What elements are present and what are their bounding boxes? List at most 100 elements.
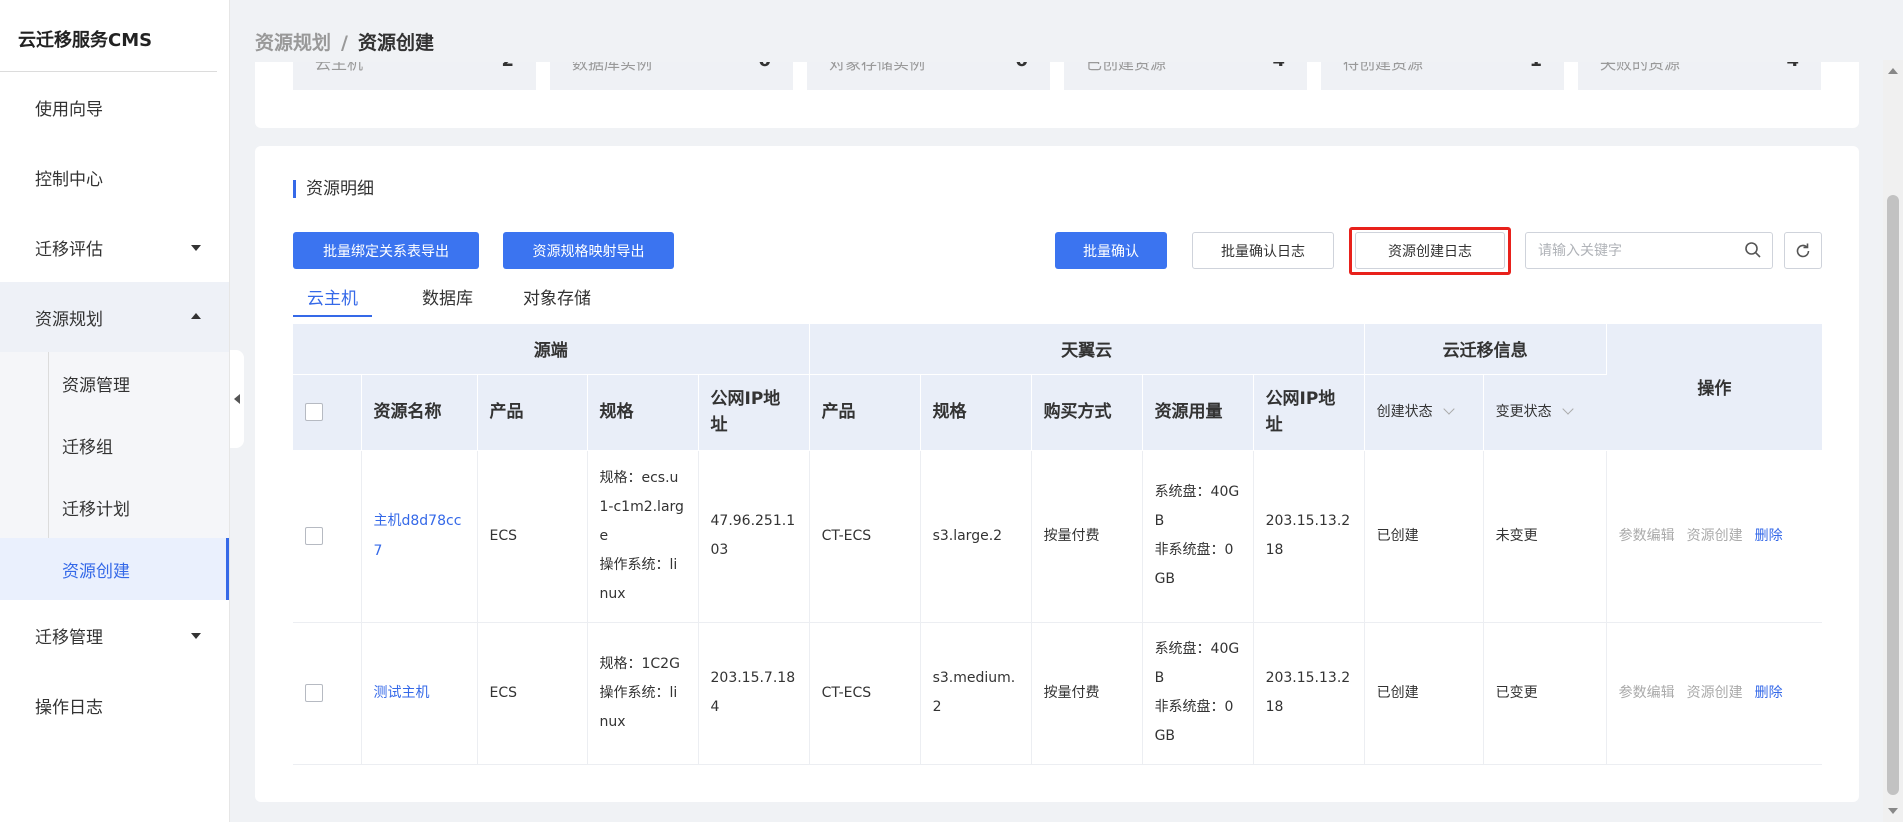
name-cell: 测试主机: [361, 622, 478, 765]
refresh-icon: [1796, 243, 1810, 257]
data-disk-text: 非系统盘：0GB: [1154, 542, 1234, 587]
resource-table: 源端 天翼云 云迁移信息 操作 资源名称 产品 规格 公网IP地址 产品 规格 …: [293, 324, 1823, 765]
search-input[interactable]: [1526, 233, 1726, 268]
sidebar-submenu-planning: 资源管理 迁移组 迁移计划 资源创建: [0, 352, 229, 600]
row-checkbox[interactable]: [305, 684, 323, 702]
row-select-cell: [293, 622, 362, 765]
sidebar-item-label: 迁移管理: [35, 627, 103, 648]
column-header-src-ip: 公网IP地址: [698, 374, 810, 451]
stat-value: 1: [1529, 62, 1542, 71]
data-disk-text: 非系统盘：0GB: [1154, 699, 1234, 744]
sidebar-menu: 使用向导 控制中心 迁移评估 资源规划 资源管理 迁移组 迁移计划 资源创建 迁…: [0, 72, 229, 740]
stat-value: 0: [1015, 62, 1028, 71]
sidebar-item-guide[interactable]: 使用向导: [0, 72, 229, 142]
scroll-up-icon[interactable]: [1888, 68, 1898, 74]
chevron-down-icon: [1442, 403, 1455, 415]
stat-box: 数据库实例 0: [550, 62, 793, 90]
refresh-button[interactable]: [1784, 232, 1822, 269]
sys-disk-text: 系统盘：40GB: [1154, 484, 1240, 529]
src-ip-cell: 47.96.251.103: [698, 450, 810, 623]
resource-tabs: 云主机 数据库 对象存储: [293, 284, 641, 317]
resource-name-link[interactable]: 测试主机: [374, 685, 430, 701]
src-os-text: 操作系统：linux: [599, 684, 678, 730]
delete-link[interactable]: 删除: [1755, 685, 1783, 701]
src-product-cell: ECS: [477, 622, 588, 765]
change-status-cell: 已变更: [1483, 622, 1607, 765]
scroll-down-icon[interactable]: [1888, 808, 1898, 814]
search-icon[interactable]: [1744, 241, 1762, 259]
sidebar-subitem-resource-management[interactable]: 资源管理: [0, 352, 229, 414]
sidebar-item-label: 操作日志: [35, 697, 103, 718]
stat-label: 待创建资源: [1343, 62, 1424, 73]
sidebar: 云迁移服务CMS 使用向导 控制中心 迁移评估 资源规划 资源管理 迁移组 迁移…: [0, 0, 230, 822]
stat-box: 已创建资源 4: [1064, 62, 1307, 90]
scrollbar-thumb[interactable]: [1887, 195, 1899, 795]
column-header-create-status[interactable]: 创建状态: [1364, 374, 1484, 451]
filter-label: 创建状态: [1376, 404, 1433, 420]
column-header-dst-spec: 规格: [920, 374, 1032, 451]
select-all-checkbox[interactable]: [305, 403, 323, 421]
batch-confirm-log-button[interactable]: 批量确认日志: [1192, 232, 1334, 269]
row-checkbox[interactable]: [305, 527, 323, 545]
sidebar-item-assessment[interactable]: 迁移评估: [0, 212, 229, 282]
export-binding-button[interactable]: 批量绑定关系表导出: [293, 232, 479, 269]
group-header-migration: 云迁移信息: [1364, 324, 1607, 375]
breadcrumb-separator: /: [341, 32, 348, 54]
create-resource-link[interactable]: 资源创建: [1687, 528, 1743, 544]
sidebar-collapse-toggle[interactable]: [230, 350, 244, 448]
src-os-text: 操作系统：linux: [599, 556, 678, 602]
stat-box: 云主机 2: [293, 62, 536, 90]
breadcrumb: 资源规划 / 资源创建: [255, 28, 434, 55]
group-header-target: 天翼云: [809, 324, 1365, 375]
edit-params-link[interactable]: 参数编辑: [1619, 528, 1675, 544]
column-header-change-status[interactable]: 变更状态: [1483, 374, 1607, 451]
tab-object-storage[interactable]: 对象存储: [523, 284, 591, 317]
stat-label: 对象存储实例: [829, 62, 926, 73]
sidebar-subitem-migration-plan[interactable]: 迁移计划: [0, 476, 229, 538]
column-header-src-product: 产品: [477, 374, 588, 451]
create-resource-link[interactable]: 资源创建: [1687, 685, 1743, 701]
sidebar-item-console[interactable]: 控制中心: [0, 142, 229, 212]
change-status-cell: 未变更: [1483, 450, 1607, 623]
page-scrollbar[interactable]: [1883, 60, 1903, 822]
sidebar-item-planning[interactable]: 资源规划: [0, 282, 229, 352]
stat-label: 数据库实例: [572, 62, 653, 73]
sidebar-subitem-migration-group[interactable]: 迁移组: [0, 414, 229, 476]
batch-confirm-button[interactable]: 批量确认: [1055, 232, 1167, 269]
column-header-name: 资源名称: [361, 374, 478, 451]
create-status-cell: 已创建: [1364, 450, 1484, 623]
src-spec-text: 规格：1C2G: [599, 655, 680, 672]
sidebar-item-operation-log[interactable]: 操作日志: [0, 670, 229, 740]
resource-detail-card: 资源明细 批量绑定关系表导出 资源规格映射导出 批量确认 批量确认日志 资源创建…: [255, 146, 1859, 802]
tab-cloud-host[interactable]: 云主机: [293, 284, 372, 317]
delete-link[interactable]: 删除: [1755, 528, 1783, 544]
sidebar-subitem-label: 资源管理: [62, 375, 130, 396]
src-spec-text: 规格：ecs.u1-c1m2.large: [599, 469, 684, 544]
edit-params-link[interactable]: 参数编辑: [1619, 685, 1675, 701]
dst-spec-cell: s3.large.2: [920, 450, 1032, 623]
filter-label: 变更状态: [1495, 404, 1552, 420]
column-header-dst-product: 产品: [809, 374, 921, 451]
column-header-src-spec: 规格: [587, 374, 699, 451]
sidebar-item-label: 资源规划: [35, 309, 103, 330]
stat-value: 0: [758, 62, 771, 71]
billing-cell: 按量付费: [1031, 622, 1143, 765]
column-header-billing: 购买方式: [1031, 374, 1143, 451]
sidebar-subitem-label: 资源创建: [62, 561, 130, 582]
select-all-header: [293, 374, 362, 451]
sidebar-subitem-resource-creation[interactable]: 资源创建: [0, 538, 229, 600]
resource-name-link[interactable]: 主机d8d78cc7: [374, 513, 462, 559]
src-ip-cell: 203.15.7.184: [698, 622, 810, 765]
stat-value: 2: [501, 62, 514, 71]
chevron-down-icon: [191, 245, 201, 251]
breadcrumb-parent[interactable]: 资源规划: [255, 32, 331, 54]
stat-box: 失败的资源 4: [1578, 62, 1821, 90]
sidebar-item-migration-management[interactable]: 迁移管理: [0, 600, 229, 670]
export-mapping-button[interactable]: 资源规格映射导出: [503, 232, 674, 269]
src-spec-cell: 规格：1C2G 操作系统：linux: [587, 622, 699, 765]
dst-ip-cell: 203.15.13.218: [1253, 450, 1365, 623]
summary-card: 云主机 2 数据库实例 0 对象存储实例 0 已创建资源 4 待创建资源 1 失败的资源 4: [255, 62, 1859, 128]
ops-header: 操作: [1606, 324, 1823, 451]
chevron-down-icon: [1561, 403, 1574, 415]
tab-database[interactable]: 数据库: [422, 284, 473, 317]
